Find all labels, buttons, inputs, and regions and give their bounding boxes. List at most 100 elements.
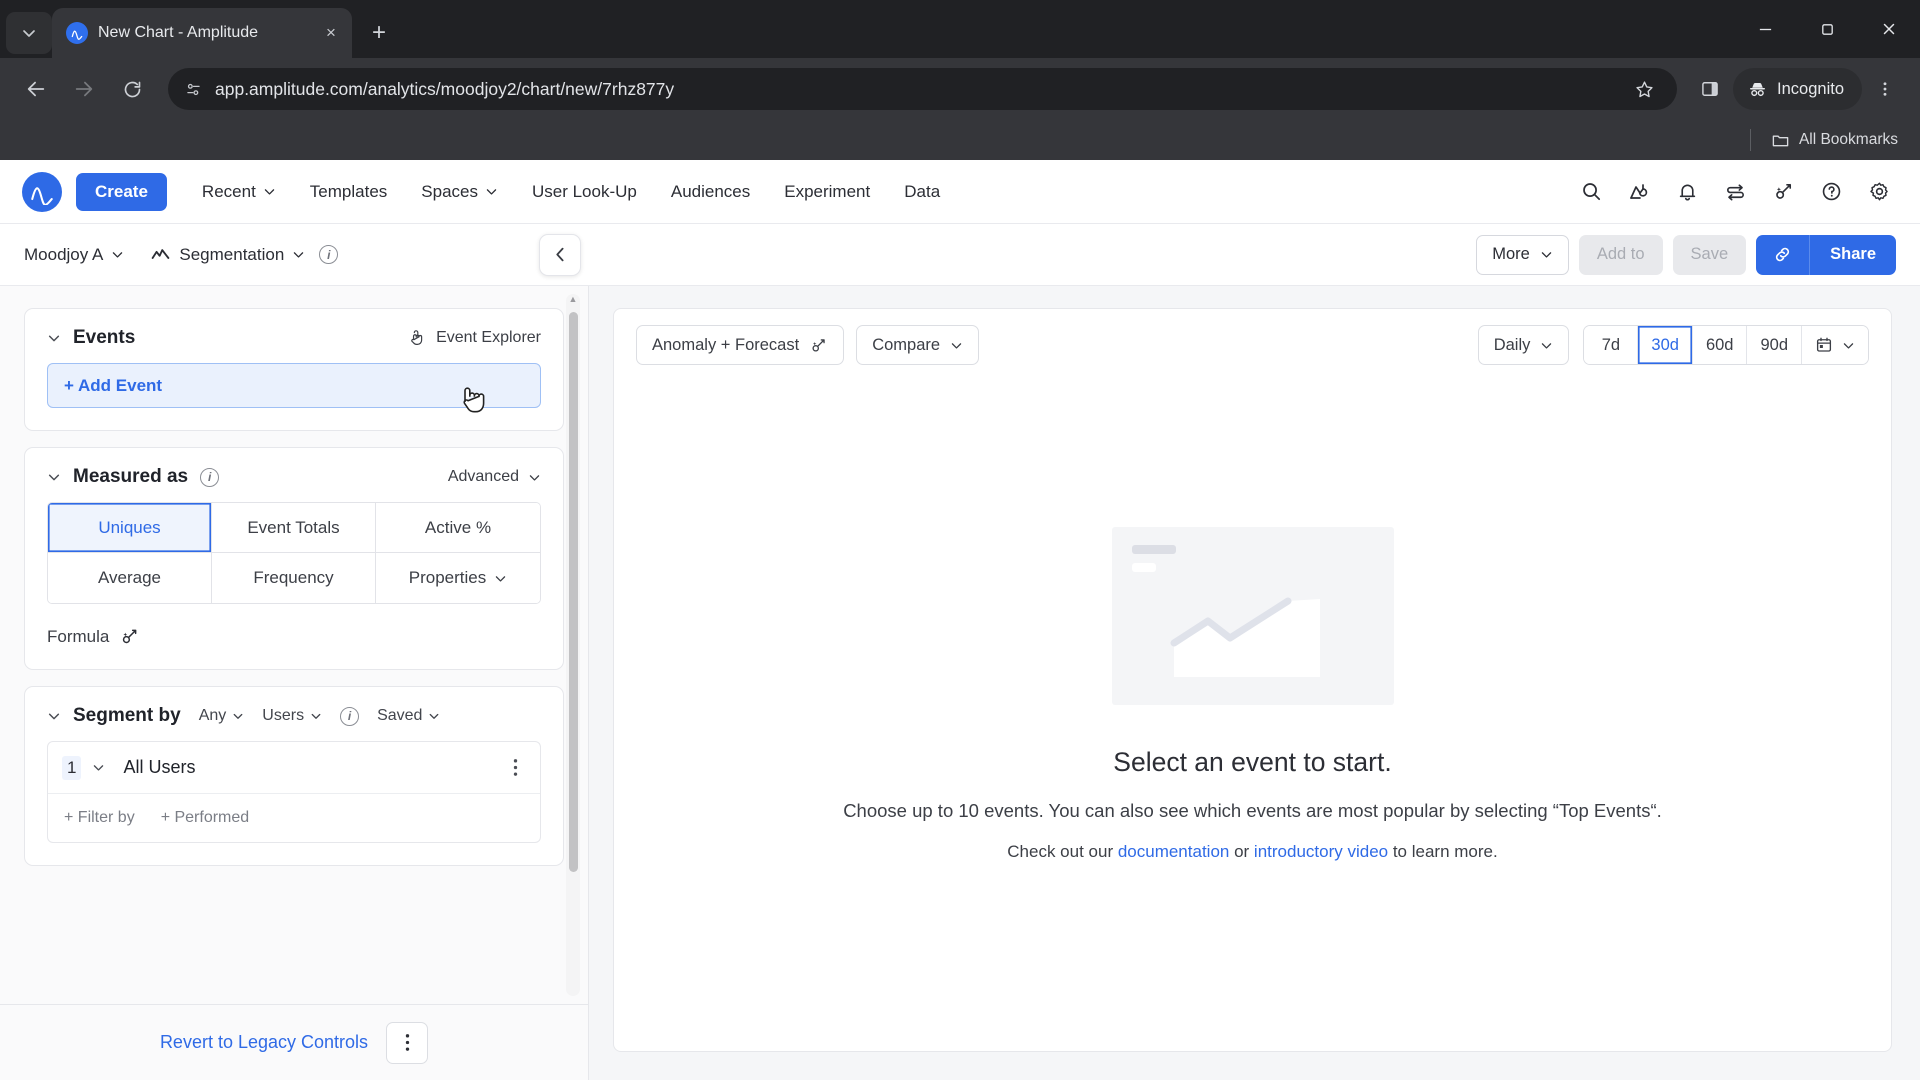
reload-icon[interactable] bbox=[110, 67, 154, 111]
maximize-icon[interactable] bbox=[1796, 0, 1858, 58]
app-body: Events Event Explorer + Add Event Measur… bbox=[0, 286, 1920, 1080]
share-label[interactable]: Share bbox=[1810, 234, 1896, 275]
chevron-down-icon[interactable] bbox=[47, 331, 61, 345]
address-bar[interactable]: app.amplitude.com/analytics/moodjoy2/cha… bbox=[168, 68, 1678, 110]
segment-any-dropdown[interactable]: Any bbox=[199, 707, 245, 725]
page-info-icon[interactable] bbox=[184, 80, 203, 99]
scroll-up-arrow-icon[interactable]: ▲ bbox=[568, 294, 578, 304]
segment-saved-dropdown[interactable]: Saved bbox=[377, 707, 440, 725]
bell-icon[interactable] bbox=[1668, 173, 1706, 211]
info-icon[interactable]: i bbox=[200, 467, 220, 487]
collapse-sidebar-button[interactable] bbox=[539, 233, 581, 276]
chart-type-selector[interactable]: Segmentation bbox=[150, 244, 305, 265]
browser-window: New Chart - Amplitude × + app.amplitude.… bbox=[0, 0, 1920, 1080]
back-icon[interactable] bbox=[14, 67, 58, 111]
search-icon[interactable] bbox=[1572, 173, 1610, 211]
info-icon[interactable]: i bbox=[319, 245, 339, 264]
introductory-video-link[interactable]: introductory video bbox=[1254, 842, 1388, 861]
nav-item-templates[interactable]: Templates bbox=[293, 172, 404, 212]
nav-item-recent[interactable]: Recent bbox=[185, 172, 293, 212]
all-bookmarks-button[interactable]: All Bookmarks bbox=[1771, 131, 1898, 150]
chart-panel-toolbar: Anomaly + Forecast Compare Daily 7d 30d … bbox=[614, 309, 1891, 381]
event-explorer-button[interactable]: Event Explorer bbox=[408, 329, 541, 348]
calendar-picker-button[interactable] bbox=[1802, 326, 1868, 364]
measured-as-header: Measured as i Advanced bbox=[47, 466, 541, 488]
measure-option-uniques[interactable]: Uniques bbox=[48, 503, 212, 553]
measure-option-frequency[interactable]: Frequency bbox=[212, 553, 376, 603]
minimize-icon[interactable] bbox=[1734, 0, 1796, 58]
range-90d[interactable]: 90d bbox=[1747, 326, 1802, 364]
help-circle-icon[interactable] bbox=[1812, 173, 1850, 211]
measure-option-average[interactable]: Average bbox=[48, 553, 212, 603]
three-dot-menu-icon[interactable] bbox=[1864, 68, 1906, 110]
chevron-down-icon[interactable] bbox=[47, 470, 61, 484]
nav-item-data[interactable]: Data bbox=[887, 172, 957, 212]
segment-users-dropdown[interactable]: Users bbox=[262, 707, 322, 725]
save-button[interactable]: Save bbox=[1672, 234, 1747, 275]
nav-item-spaces[interactable]: Spaces bbox=[404, 172, 515, 212]
range-7d[interactable]: 7d bbox=[1584, 326, 1639, 364]
chevron-down-icon[interactable] bbox=[91, 761, 105, 774]
snail-chart-icon[interactable] bbox=[1620, 173, 1658, 211]
measured-as-card: Measured as i Advanced Uniques Event Tot… bbox=[24, 447, 564, 670]
close-window-icon[interactable] bbox=[1858, 0, 1920, 58]
amplitude-icon bbox=[66, 22, 88, 44]
documentation-link[interactable]: documentation bbox=[1118, 842, 1230, 861]
measure-option-properties[interactable]: Properties bbox=[376, 553, 540, 603]
advanced-dropdown[interactable]: Advanced bbox=[448, 468, 541, 486]
side-panel-icon[interactable] bbox=[1689, 68, 1731, 110]
add-to-button[interactable]: Add to bbox=[1578, 234, 1663, 275]
kebab-menu-icon[interactable] bbox=[386, 1021, 429, 1064]
kebab-menu-icon[interactable] bbox=[498, 751, 532, 785]
segment-name[interactable]: All Users bbox=[123, 757, 195, 778]
chevron-down-icon bbox=[494, 572, 507, 585]
swap-arrows-icon[interactable] bbox=[1716, 173, 1754, 211]
sidebar-scrollbar-thumb[interactable] bbox=[569, 312, 578, 872]
filter-by-button[interactable]: + Filter by bbox=[64, 809, 135, 827]
amplitude-logo[interactable] bbox=[22, 171, 62, 212]
anomaly-forecast-button[interactable]: Anomaly + Forecast bbox=[636, 325, 845, 365]
measured-as-title: Measured as bbox=[73, 466, 189, 487]
nav-item-audiences[interactable]: Audiences bbox=[654, 172, 767, 212]
events-title: Events bbox=[73, 327, 136, 348]
sidebar-scroll-area: Events Event Explorer + Add Event Measur… bbox=[0, 286, 588, 1004]
star-icon[interactable] bbox=[1623, 68, 1665, 110]
formula-button[interactable]: Formula bbox=[47, 626, 541, 647]
chevron-down-icon[interactable] bbox=[47, 709, 61, 723]
magic-wand-icon[interactable] bbox=[1764, 173, 1802, 211]
magic-wand-icon bbox=[809, 336, 828, 355]
nav-item-experiment[interactable]: Experiment bbox=[767, 172, 887, 212]
date-range-segmented-control: 7d 30d 60d 90d bbox=[1583, 325, 1869, 365]
forward-icon[interactable] bbox=[62, 67, 106, 111]
measure-option-event-totals[interactable]: Event Totals bbox=[212, 503, 376, 553]
nav-item-user-look-up[interactable]: User Look-Up bbox=[515, 172, 654, 212]
gear-icon[interactable] bbox=[1860, 173, 1898, 211]
info-icon[interactable]: i bbox=[340, 706, 360, 726]
performed-button[interactable]: + Performed bbox=[161, 809, 249, 827]
create-button[interactable]: Create bbox=[76, 172, 167, 211]
incognito-profile-button[interactable]: Incognito bbox=[1733, 68, 1862, 110]
more-button[interactable]: More bbox=[1476, 234, 1569, 275]
add-event-button[interactable]: + Add Event bbox=[47, 363, 541, 413]
tab-search-button[interactable] bbox=[6, 12, 52, 54]
interval-dropdown[interactable]: Daily bbox=[1477, 325, 1570, 365]
range-60d[interactable]: 60d bbox=[1692, 326, 1748, 364]
segment-by-options: Any Users i Saved bbox=[199, 706, 441, 726]
compare-button[interactable]: Compare bbox=[856, 325, 980, 365]
compare-label: Compare bbox=[872, 335, 941, 354]
measure-option-active-percent[interactable]: Active % bbox=[376, 503, 540, 553]
cursor-click-icon bbox=[408, 329, 427, 348]
incognito-label: Incognito bbox=[1777, 79, 1844, 98]
close-icon[interactable]: × bbox=[318, 20, 344, 46]
range-30d[interactable]: 30d bbox=[1638, 326, 1693, 364]
chart-toolbar-left: Moodjoy A Segmentation i bbox=[24, 244, 339, 265]
revert-legacy-controls-link[interactable]: Revert to Legacy Controls bbox=[160, 1032, 368, 1053]
new-tab-button[interactable]: + bbox=[360, 14, 398, 52]
chevron-down-icon bbox=[528, 471, 541, 484]
note-prefix: Check out our bbox=[1007, 841, 1118, 861]
more-label: More bbox=[1492, 245, 1530, 263]
browser-tab[interactable]: New Chart - Amplitude × bbox=[52, 8, 352, 58]
app-navbar: Create Recent Templates Spaces User Look… bbox=[0, 160, 1920, 224]
workspace-selector[interactable]: Moodjoy A bbox=[24, 245, 124, 265]
copy-link-icon[interactable] bbox=[1756, 234, 1811, 275]
